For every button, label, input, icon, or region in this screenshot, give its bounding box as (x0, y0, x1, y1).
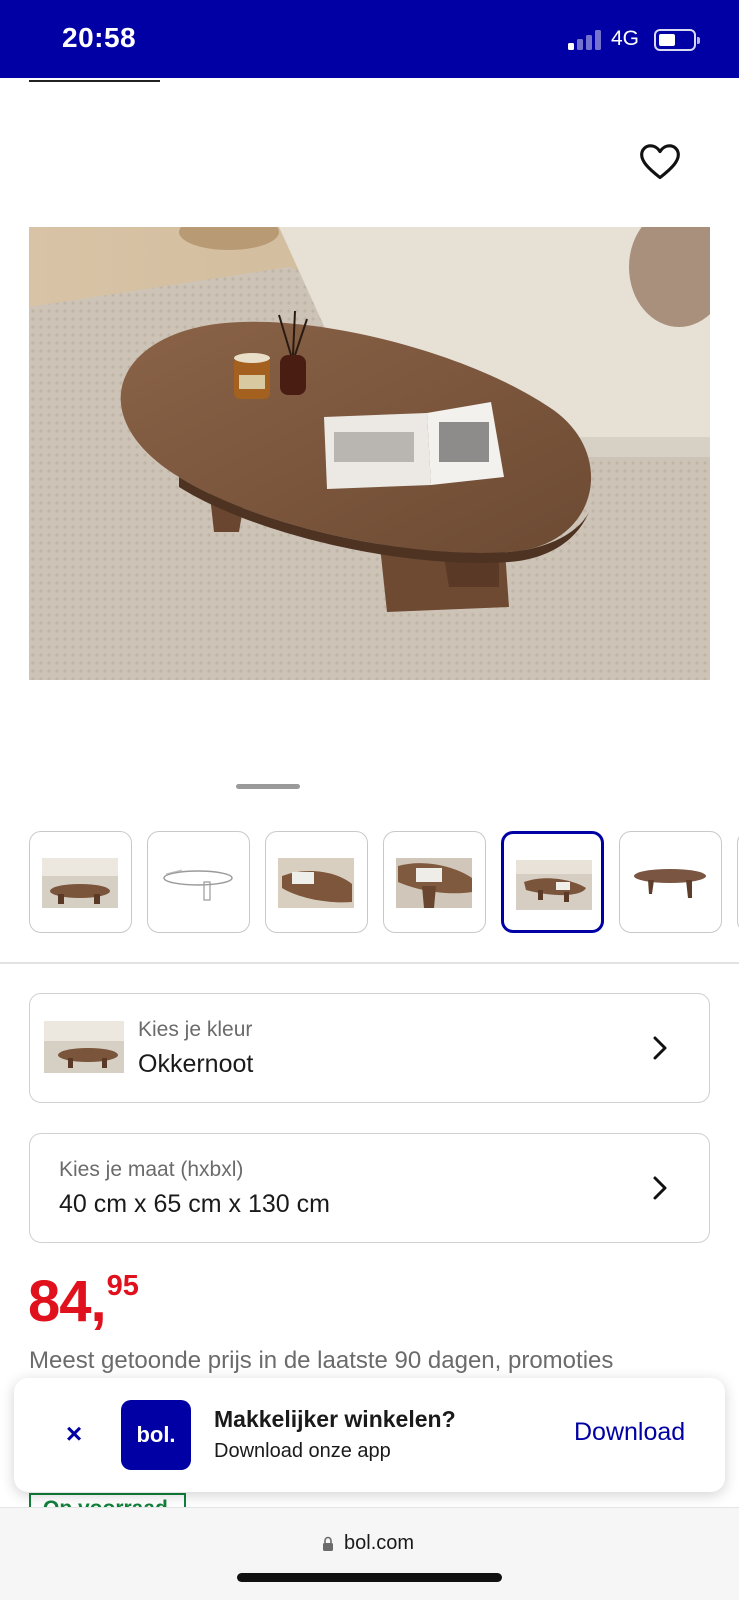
price-decimal: 95 (106, 1270, 139, 1302)
thumbnail-4[interactable] (383, 831, 486, 933)
price-integer: 84, (28, 1269, 107, 1334)
image-pager-indicator (236, 784, 300, 789)
color-selector-value: Okkernoot (138, 1050, 254, 1078)
thumbnail-3[interactable] (265, 831, 368, 933)
size-selector[interactable]: Kies je maat (hxbxl) 40 cm x 65 cm x 130… (29, 1133, 710, 1243)
bol-logo: bol. (121, 1400, 191, 1470)
thumbnail-1[interactable] (29, 831, 132, 933)
chevron-right-icon (653, 1176, 667, 1200)
app-download-banner: × bol. Makkelijker winkelen? Download on… (14, 1378, 725, 1492)
chevron-right-icon (653, 1036, 667, 1060)
color-swatch-image (44, 1021, 124, 1073)
status-time: 20:58 (62, 22, 137, 53)
cellular-signal-icon (568, 30, 604, 50)
color-selector-label: Kies je kleur (138, 1018, 253, 1041)
status-bar: 20:58 4G (0, 0, 739, 78)
home-indicator[interactable] (237, 1573, 502, 1582)
thumbnail-5[interactable] (501, 831, 604, 933)
url-text: bol.com (344, 1532, 415, 1554)
color-selector[interactable]: Kies je kleur Okkernoot (29, 993, 710, 1103)
price-note: Meest getoonde prijs in de laatste 90 da… (29, 1347, 614, 1374)
battery-icon (654, 29, 700, 51)
thumbnail-2[interactable] (147, 831, 250, 933)
thumbnail-strip[interactable] (29, 831, 739, 935)
size-selector-value: 40 cm x 65 cm x 130 cm (59, 1190, 330, 1218)
heart-outline-icon[interactable] (638, 140, 682, 184)
section-divider (0, 962, 739, 964)
network-type: 4G (611, 27, 640, 50)
thumbnail-6[interactable] (619, 831, 722, 933)
browser-url-bar[interactable]: bol.com (0, 1507, 739, 1600)
scrolled-link-underline (29, 80, 160, 82)
banner-subtitle: Download onze app (214, 1440, 391, 1462)
download-app-button[interactable]: Download (574, 1418, 685, 1447)
product-main-image[interactable] (29, 227, 710, 680)
size-selector-label: Kies je maat (hxbxl) (59, 1158, 244, 1181)
banner-title: Makkelijker winkelen? (214, 1406, 456, 1432)
close-icon[interactable]: × (54, 1414, 94, 1454)
lock-icon (323, 1536, 333, 1551)
product-price: 84,95 (28, 1268, 139, 1335)
